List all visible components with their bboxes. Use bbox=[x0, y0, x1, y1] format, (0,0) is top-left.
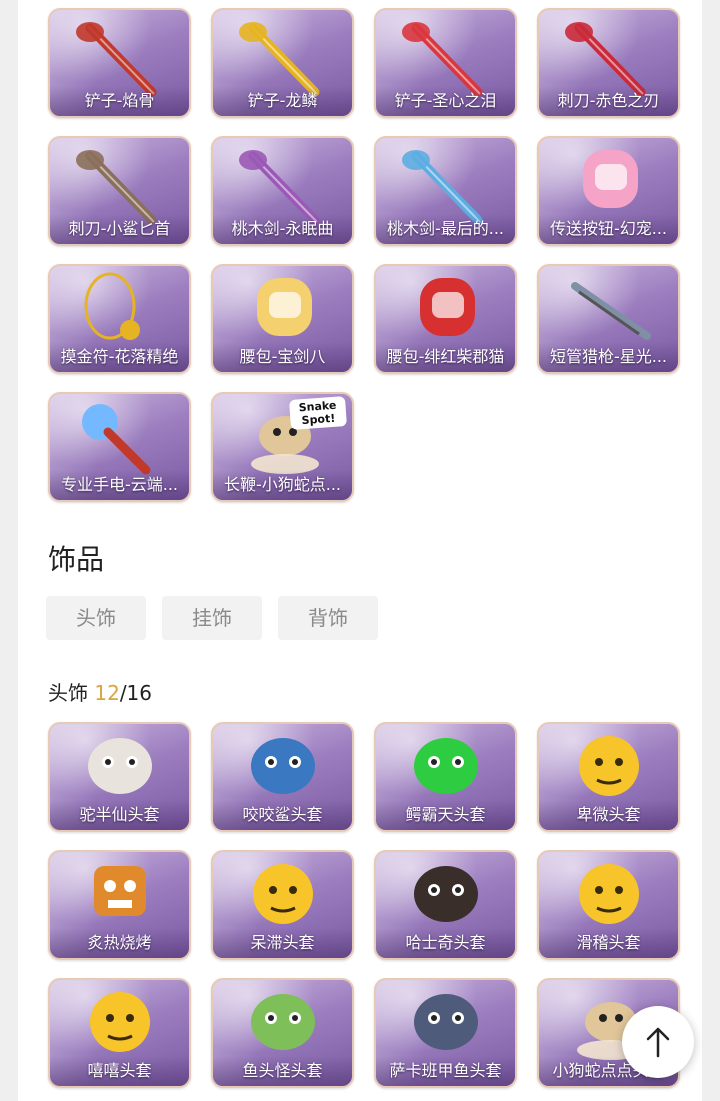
item-label: 驼半仙头套 bbox=[50, 800, 189, 830]
tab-back[interactable]: 背饰 bbox=[278, 596, 378, 640]
item-card[interactable]: 短管猎枪-星光... bbox=[537, 264, 680, 374]
item-card[interactable]: Snake Spot! 长鞭-小狗蛇点... bbox=[211, 392, 354, 502]
item-label: 桃木剑-最后的... bbox=[376, 214, 515, 244]
item-card[interactable]: 呆滞头套 bbox=[211, 850, 354, 960]
item-card[interactable]: 传送按钮-幻宠... bbox=[537, 136, 680, 246]
item-card[interactable]: 铲子-焰骨 bbox=[48, 8, 191, 118]
item-label: 刺刀-小鲨匕首 bbox=[50, 214, 189, 244]
item-label: 卑微头套 bbox=[539, 800, 678, 830]
item-card[interactable]: 滑稽头套 bbox=[537, 850, 680, 960]
item-card[interactable]: 哈士奇头套 bbox=[374, 850, 517, 960]
item-label: 咬咬鲨头套 bbox=[213, 800, 352, 830]
item-label: 滑稽头套 bbox=[539, 928, 678, 958]
item-label: 炙热烧烤 bbox=[50, 928, 189, 958]
headwear-total-count: /16 bbox=[119, 681, 152, 705]
card-badge: Snake Spot! bbox=[289, 396, 347, 430]
item-label: 铲子-焰骨 bbox=[50, 86, 189, 116]
item-label: 铲子-圣心之泪 bbox=[376, 86, 515, 116]
item-card[interactable]: 腰包-绯红柴郡猫 bbox=[374, 264, 517, 374]
item-card[interactable]: 卑微头套 bbox=[537, 722, 680, 832]
item-card[interactable]: 咬咬鲨头套 bbox=[211, 722, 354, 832]
item-label: 铲子-龙鳞 bbox=[213, 86, 352, 116]
arrow-up-icon bbox=[646, 1027, 670, 1058]
item-card[interactable]: 刺刀-小鲨匕首 bbox=[48, 136, 191, 246]
item-label: 短管猎枪-星光... bbox=[539, 342, 678, 372]
item-card[interactable]: 鱼头怪头套 bbox=[211, 978, 354, 1088]
item-label: 传送按钮-幻宠... bbox=[539, 214, 678, 244]
item-label: 哈士奇头套 bbox=[376, 928, 515, 958]
item-card[interactable]: 腰包-宝剑八 bbox=[211, 264, 354, 374]
item-card[interactable]: 萨卡班甲鱼头套 bbox=[374, 978, 517, 1088]
item-card[interactable]: 铲子-圣心之泪 bbox=[374, 8, 517, 118]
headwear-owned-count: 12 bbox=[94, 681, 120, 705]
item-label: 呆滞头套 bbox=[213, 928, 352, 958]
item-label: 长鞭-小狗蛇点... bbox=[213, 470, 352, 500]
section-title-accessories: 饰品 bbox=[48, 543, 105, 576]
item-card[interactable]: 鳄霸天头套 bbox=[374, 722, 517, 832]
item-card[interactable]: 桃木剑-永眠曲 bbox=[211, 136, 354, 246]
headwear-count-row: 头饰 12/16 bbox=[48, 677, 152, 706]
tab-hanging[interactable]: 挂饰 bbox=[162, 596, 262, 640]
item-label: 嘻嘻头套 bbox=[50, 1056, 189, 1086]
item-label: 摸金符-花落精绝 bbox=[50, 342, 189, 372]
item-label: 鳄霸天头套 bbox=[376, 800, 515, 830]
item-card[interactable]: 铲子-龙鳞 bbox=[211, 8, 354, 118]
item-label: 萨卡班甲鱼头套 bbox=[376, 1056, 515, 1086]
item-card[interactable]: 炙热烧烤 bbox=[48, 850, 191, 960]
item-label: 桃木剑-永眠曲 bbox=[213, 214, 352, 244]
item-label: 刺刀-赤色之刃 bbox=[539, 86, 678, 116]
scroll-to-top-button[interactable] bbox=[622, 1006, 694, 1078]
item-card[interactable]: 嘻嘻头套 bbox=[48, 978, 191, 1088]
headwear-label: 头饰 bbox=[48, 681, 88, 705]
item-card[interactable]: 摸金符-花落精绝 bbox=[48, 264, 191, 374]
tab-headwear[interactable]: 头饰 bbox=[46, 596, 146, 640]
item-label: 鱼头怪头套 bbox=[213, 1056, 352, 1086]
item-card[interactable]: 桃木剑-最后的... bbox=[374, 136, 517, 246]
item-card[interactable]: 专业手电-云端... bbox=[48, 392, 191, 502]
item-label: 腰包-宝剑八 bbox=[213, 342, 352, 372]
headwear-grid: 驼半仙头套 咬咬鲨头套 鳄霸天头套 卑微头套 炙热烧烤 呆滞头套 哈士奇头套 滑… bbox=[48, 722, 680, 1088]
accessory-tabs: 头饰 挂饰 背饰 bbox=[46, 596, 378, 640]
item-card[interactable]: 刺刀-赤色之刃 bbox=[537, 8, 680, 118]
item-label: 腰包-绯红柴郡猫 bbox=[376, 342, 515, 372]
item-card[interactable]: 驼半仙头套 bbox=[48, 722, 191, 832]
weapons-grid: 铲子-焰骨 铲子-龙鳞 铲子-圣心之泪 刺刀-赤色之刃 刺刀-小鲨匕首 桃木剑-… bbox=[48, 8, 680, 502]
item-label: 专业手电-云端... bbox=[50, 470, 189, 500]
